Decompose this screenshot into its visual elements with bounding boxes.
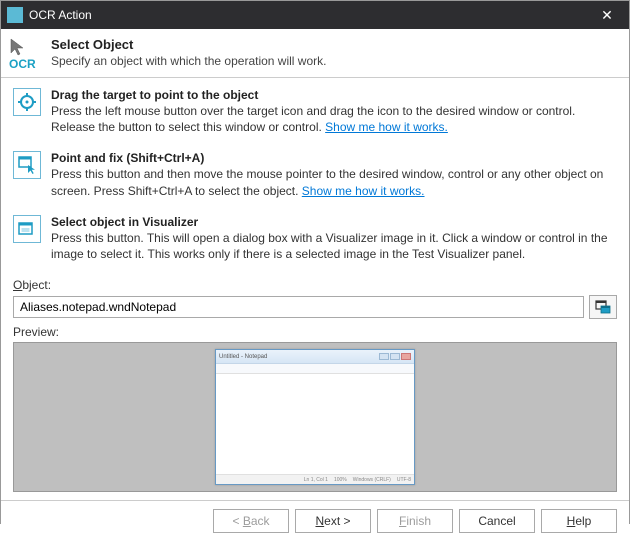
preview-window-titlebar: Untitled - Notepad [216,350,414,364]
show-me-link[interactable]: Show me how it works. [325,120,448,134]
preview-label: Preview: [13,325,617,339]
preview-window-statusbar: Ln 1, Col 1 100% Windows (CRLF) UTF-8 [216,474,414,484]
method-desc: Press this button and then move the mous… [51,166,617,198]
page-title: Select Object [51,37,326,52]
finish-button[interactable]: Finish [377,509,453,533]
method-title: Point and fix (Shift+Ctrl+A) [51,151,617,165]
ocr-icon: OCR [9,37,41,69]
ocr-label: OCR [9,57,36,71]
method-visualizer: Select object in Visualizer Press this b… [13,209,617,272]
object-picker-button[interactable] [589,295,617,319]
method-title: Select object in Visualizer [51,215,617,229]
preview-panel: Untitled - Notepad Ln 1, Col 1 100% Wind… [13,342,617,492]
help-button[interactable]: Help [541,509,617,533]
target-icon-button[interactable] [13,88,41,116]
page-subtitle: Specify an object with which the operati… [51,54,326,68]
method-title: Drag the target to point to the object [51,88,617,102]
method-desc: Press this button. This will open a dial… [51,230,617,262]
titlebar: OCR Action ✕ [1,1,629,29]
app-icon [7,7,23,23]
method-drag-target: Drag the target to point to the object P… [13,82,617,145]
close-button[interactable]: ✕ [585,1,629,29]
show-me-link[interactable]: Show me how it works. [302,184,425,198]
preview-notepad-window: Untitled - Notepad Ln 1, Col 1 100% Wind… [215,349,415,485]
preview-window-body [216,374,414,474]
target-icon [18,93,36,111]
point-fix-icon-button[interactable] [13,151,41,179]
method-point-and-fix: Point and fix (Shift+Ctrl+A) Press this … [13,145,617,208]
preview-section: Preview: Untitled - Notepad Ln 1, Col 1 … [1,325,629,500]
methods-list: Drag the target to point to the object P… [1,78,629,278]
object-label: Object: [13,278,617,292]
visualizer-icon [18,220,36,238]
object-picker-icon [595,299,611,315]
wizard-header: OCR Select Object Specify an object with… [1,29,629,77]
object-input[interactable] [13,296,584,318]
close-icon: ✕ [601,7,613,24]
visualizer-icon-button[interactable] [13,215,41,243]
window-title: OCR Action [29,8,585,22]
preview-window-menu [216,364,414,374]
object-section: Object: [1,278,629,325]
back-button[interactable]: < Back [213,509,289,533]
point-fix-icon [18,156,36,174]
next-button[interactable]: Next > [295,509,371,533]
cancel-button[interactable]: Cancel [459,509,535,533]
method-desc: Press the left mouse button over the tar… [51,103,617,135]
preview-window-controls [379,353,411,360]
wizard-footer: < Back Next > Finish Cancel Help [1,500,629,541]
